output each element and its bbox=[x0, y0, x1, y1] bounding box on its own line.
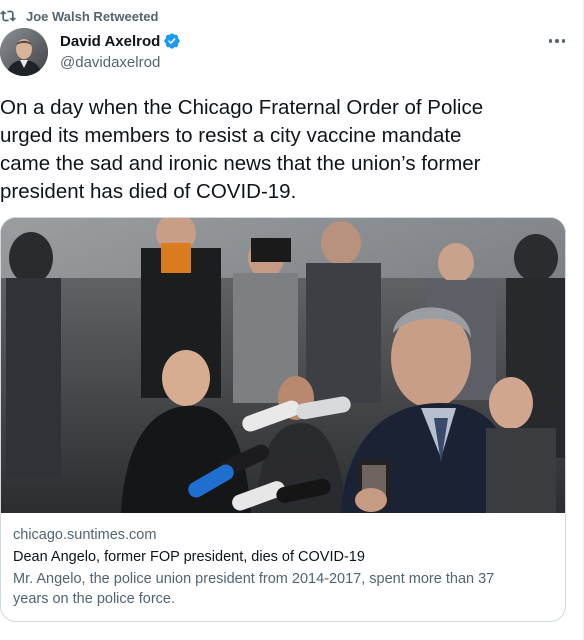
card-title[interactable]: Dean Angelo, former FOP president, dies … bbox=[13, 547, 553, 567]
tweet-text: On a day when the Chicago Fraternal Orde… bbox=[0, 96, 484, 203]
card-image[interactable] bbox=[1, 218, 565, 513]
author-info: David Axelrod @davidaxelrod bbox=[60, 31, 181, 71]
retweet-icon bbox=[0, 10, 16, 22]
more-dots-icon[interactable] bbox=[545, 32, 569, 50]
retweet-context: Joe Walsh Retweeted bbox=[0, 6, 158, 26]
author-handle[interactable]: @davidaxelrod bbox=[60, 54, 181, 71]
link-card[interactable]: chicago.suntimes.com Dean Angelo, former… bbox=[0, 217, 566, 622]
tweet[interactable]: Joe Walsh Retweeted David Axelrod @david… bbox=[0, 0, 584, 640]
verified-badge-icon bbox=[164, 33, 180, 49]
card-domain: chicago.suntimes.com bbox=[13, 527, 157, 543]
avatar[interactable] bbox=[0, 28, 48, 76]
author-name[interactable]: David Axelrod bbox=[60, 33, 160, 50]
card-description: Mr. Angelo, the police union president f… bbox=[13, 571, 495, 607]
avatar-image bbox=[0, 28, 48, 76]
retweet-label[interactable]: Joe Walsh Retweeted bbox=[26, 9, 158, 24]
card-meta: chicago.suntimes.com Dean Angelo, former… bbox=[13, 525, 553, 609]
press-conference-photo bbox=[1, 218, 565, 513]
